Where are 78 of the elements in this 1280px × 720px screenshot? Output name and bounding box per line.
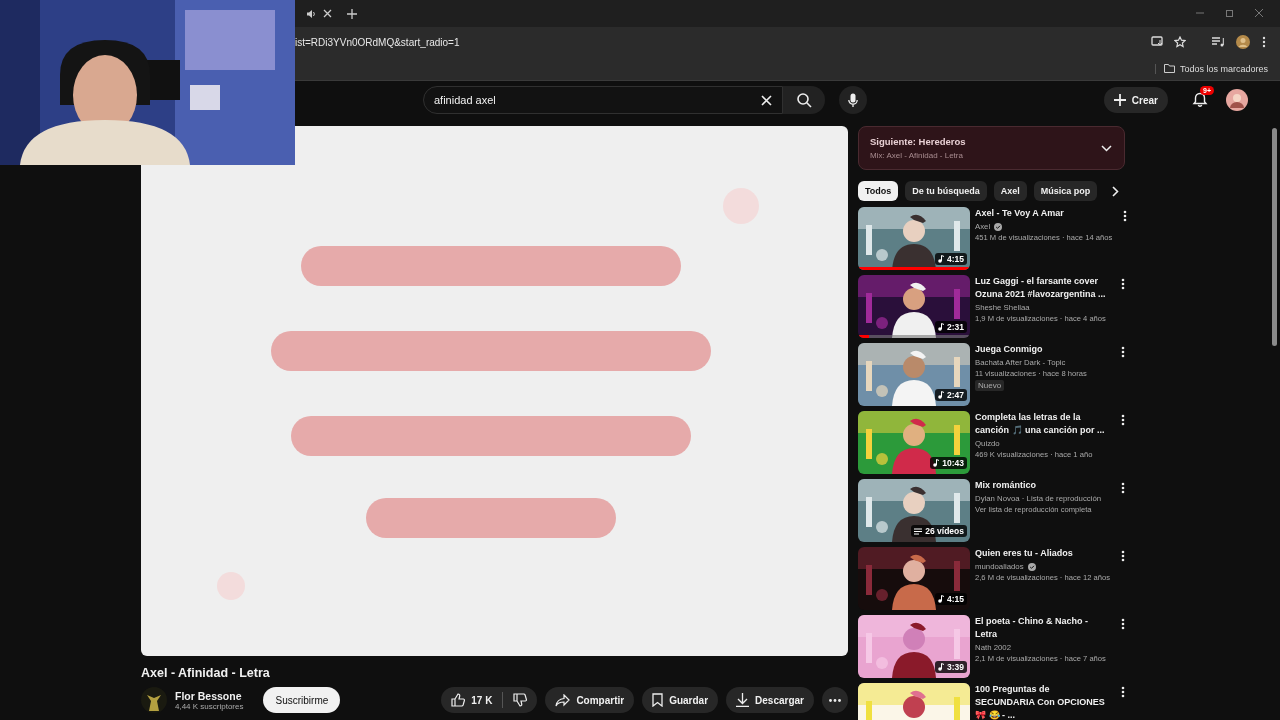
thumbs-down-icon [513,693,528,707]
thumbs-up-icon [451,693,466,707]
duration-label: 4:15 [935,253,967,265]
channel-name[interactable]: Flor Bessone [175,689,244,702]
speaker-icon[interactable] [306,9,316,19]
voice-search-button[interactable] [839,86,867,114]
more-options-icon[interactable] [1123,210,1128,222]
video-title[interactable]: Completa las letras de la canción 🎵 una canción por ... [975,411,1110,437]
playlist-name: Mix: Axel - Afinidad - Letra [870,151,964,160]
new-tab-icon[interactable] [347,9,357,19]
install-icon[interactable] [1151,36,1164,48]
subscribe-button[interactable]: Suscribirme [263,687,341,713]
music-note-icon [938,595,944,603]
more-icon [829,698,841,702]
save-button[interactable]: Guardar [642,687,719,713]
music-note-icon [938,391,944,399]
bookmark-icon [652,693,664,707]
restore-icon[interactable] [1226,9,1234,17]
star-icon[interactable] [1174,36,1186,48]
filter-chip[interactable]: Todos [858,181,899,201]
plus-icon [1113,94,1126,106]
more-options-icon[interactable] [1121,550,1126,562]
more-options-icon[interactable] [1121,346,1125,358]
filter-chip[interactable]: De tu búsqueda [905,181,987,201]
profile-avatar-icon[interactable] [1236,35,1250,49]
video-title[interactable]: Axel - Te Voy A Amar [975,207,1113,220]
bell-icon[interactable] [1192,92,1208,108]
share-button[interactable]: Compartir [545,687,635,713]
download-icon [736,693,750,707]
filter-chip[interactable]: Música pop [1033,181,1098,201]
more-options-icon[interactable] [1121,686,1125,698]
duration-label: 3:39 [935,661,967,673]
search-field[interactable]: afinidad axel [423,86,783,114]
music-note-icon [933,459,940,467]
folder-icon [1163,64,1175,73]
filter-chip[interactable]: Axel [993,181,1027,201]
chevron-right-icon[interactable] [1112,185,1120,197]
chevron-icon[interactable] [1101,144,1112,152]
video-title[interactable]: El poeta - Chino & Nacho - Letra [975,615,1110,641]
more-options-icon[interactable] [1121,414,1125,426]
video-title[interactable]: Juega Conmigo [975,343,1110,356]
more-button[interactable] [822,687,848,713]
up-next-panel[interactable]: Siguiente: Herederos Mix: Axel - Afinidad - Letra [858,126,1125,170]
clear-icon[interactable] [761,94,772,106]
share-arrow-icon [555,693,571,707]
video-title[interactable]: Quien eres tu - Aliados [975,547,1111,560]
microphone-icon [848,92,858,108]
music-note-icon [938,663,944,671]
video-title: Axel - Afinidad - Letra [141,666,271,680]
more-options-icon[interactable] [1121,278,1125,290]
video-title[interactable]: 100 Preguntas de SECUNDARIA Con OPCIONES 🎀 😂 - ... [975,683,1110,720]
subscriber-count: 4,44 K suscriptores [175,701,244,711]
duration-label: 26 vídeos [911,525,967,537]
video-title[interactable]: Mix romántico [975,479,1110,492]
media-icon[interactable] [1212,37,1224,47]
close-window-icon[interactable] [1255,9,1263,17]
download-button[interactable]: Descargar [726,687,814,713]
more-options-icon[interactable] [1121,482,1125,494]
duration-label: 2:31 [935,321,967,333]
search-icon [796,92,812,108]
search-button[interactable] [783,86,825,114]
music-note-icon [938,323,944,331]
avatar-icon[interactable] [1226,89,1248,111]
duration-label: 2:47 [935,389,967,401]
up-next-title: Siguiente: Herederos [870,136,967,147]
new-badge: Nuevo [975,380,1005,391]
menu-icon[interactable] [1262,36,1266,48]
channel-avatar-icon[interactable] [141,687,167,713]
more-options-icon[interactable] [1121,618,1125,630]
bookmarks-folder[interactable]: Todos los marcadores [1154,63,1268,74]
close-icon[interactable] [323,9,332,18]
duration-label: 4:15 [935,593,967,605]
scrollbar[interactable] [1272,128,1277,346]
music-note-icon [938,255,944,263]
duration-label: 10:43 [930,457,967,469]
playlist-icon [914,527,923,535]
video-title[interactable]: Luz Gaggi - el farsante cover Ozuna 2021 #lavozargentina ... [975,275,1110,301]
create-button[interactable]: Crear [1103,87,1168,113]
